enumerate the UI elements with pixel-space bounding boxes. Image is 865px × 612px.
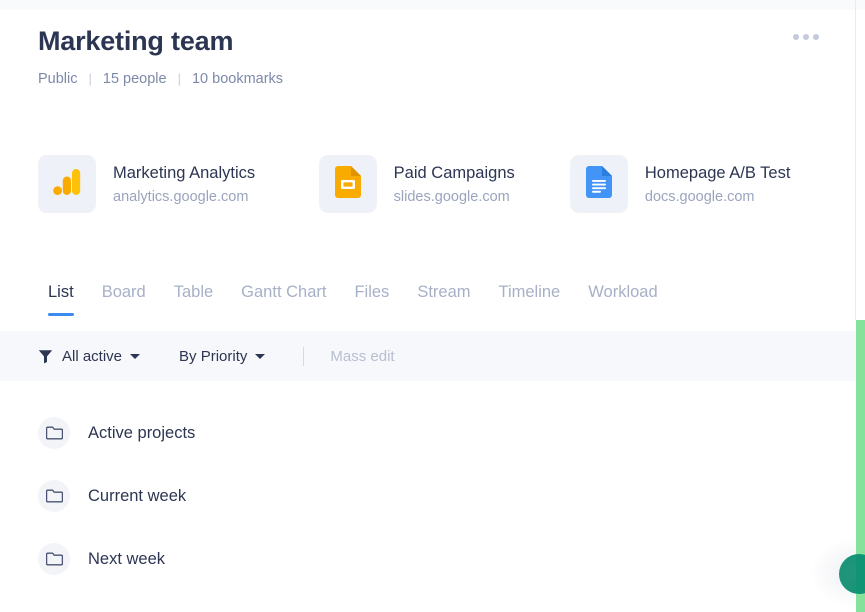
bookmark-title: Marketing Analytics bbox=[113, 163, 256, 182]
bookmark-url: analytics.google.com bbox=[113, 188, 249, 205]
view-tabs: List Board Table Gantt Chart Files Strea… bbox=[0, 281, 865, 322]
tab-timeline[interactable]: Timeline bbox=[485, 281, 575, 316]
funnel-icon bbox=[38, 349, 53, 364]
folder-list: Active projects Current week Next week bbox=[0, 381, 865, 590]
chevron-down-icon bbox=[130, 353, 141, 359]
page-header: Marketing team Public | 15 people | 10 b… bbox=[0, 10, 841, 89]
folder-icon bbox=[38, 542, 70, 575]
google-analytics-icon bbox=[53, 167, 81, 202]
list-item-label: Current week bbox=[88, 486, 187, 505]
list-item[interactable]: Active projects bbox=[0, 401, 865, 464]
chevron-down-icon bbox=[255, 353, 266, 359]
tab-list[interactable]: List bbox=[34, 281, 88, 316]
bookmark-text-block: Paid Campaigns slides.google.com bbox=[394, 162, 515, 207]
tab-gantt-chart[interactable]: Gantt Chart bbox=[227, 281, 340, 316]
tab-table[interactable]: Table bbox=[160, 281, 227, 316]
bookmark-card-paid-campaigns[interactable]: Paid Campaigns slides.google.com bbox=[318, 155, 570, 213]
bookmark-icon-tile bbox=[38, 155, 96, 213]
google-docs-icon bbox=[585, 165, 612, 203]
filter-dropdown-all-active[interactable]: All active bbox=[38, 347, 141, 365]
list-item[interactable]: Next week bbox=[0, 527, 865, 590]
bookmark-card-list: Marketing Analytics analytics.google.com… bbox=[0, 155, 865, 213]
list-item-label: Next week bbox=[88, 549, 166, 568]
tab-files[interactable]: Files bbox=[340, 281, 403, 316]
meta-people-count[interactable]: 15 people bbox=[103, 69, 167, 89]
bookmark-text-block: Marketing Analytics analytics.google.com bbox=[113, 162, 255, 207]
list-item[interactable]: Current week bbox=[0, 464, 865, 527]
kebab-menu-icon[interactable] bbox=[787, 28, 825, 46]
folder-icon bbox=[38, 416, 70, 449]
page-meta-row: Public | 15 people | 10 bookmarks bbox=[38, 69, 803, 89]
content-right-hairline bbox=[855, 0, 856, 320]
filter-label: All active bbox=[62, 347, 123, 365]
bookmark-icon-tile bbox=[569, 155, 628, 213]
meta-separator: | bbox=[88, 71, 92, 86]
bookmark-title: Paid Campaigns bbox=[393, 163, 515, 182]
bookmark-card-homepage-ab-test[interactable]: Homepage A/B Test docs.google.com bbox=[569, 155, 827, 213]
kebab-dot bbox=[813, 34, 819, 40]
meta-bookmarks-count[interactable]: 10 bookmarks bbox=[192, 69, 283, 89]
bookmark-url: slides.google.com bbox=[393, 188, 510, 205]
google-slides-icon bbox=[334, 165, 361, 203]
sort-label: By Priority bbox=[179, 347, 248, 365]
right-edge-green-rail bbox=[839, 320, 865, 612]
tab-workload[interactable]: Workload bbox=[574, 281, 671, 316]
app-page: Marketing team Public | 15 people | 10 b… bbox=[0, 0, 865, 612]
bookmark-icon-tile bbox=[318, 155, 377, 213]
bookmark-url: docs.google.com bbox=[644, 188, 755, 205]
tab-stream[interactable]: Stream bbox=[403, 281, 484, 316]
top-edge-fade bbox=[0, 0, 865, 10]
bookmark-card-marketing-analytics[interactable]: Marketing Analytics analytics.google.com bbox=[38, 155, 319, 213]
kebab-dot bbox=[793, 34, 799, 40]
toolbar-divider bbox=[303, 346, 305, 366]
meta-separator: | bbox=[177, 71, 181, 86]
folder-icon bbox=[38, 479, 70, 512]
tab-board[interactable]: Board bbox=[88, 281, 160, 316]
bookmark-text-block: Homepage A/B Test docs.google.com bbox=[645, 162, 791, 207]
filter-toolbar: All active By Priority Mass edit bbox=[0, 331, 865, 381]
mass-edit-button[interactable]: Mass edit bbox=[330, 348, 394, 365]
kebab-dot bbox=[803, 34, 809, 40]
meta-visibility: Public bbox=[38, 71, 78, 87]
list-item-label: Active projects bbox=[88, 423, 196, 442]
bookmark-title: Homepage A/B Test bbox=[644, 163, 791, 182]
sort-dropdown-by-priority[interactable]: By Priority bbox=[179, 347, 266, 365]
page-title: Marketing team bbox=[38, 26, 234, 56]
